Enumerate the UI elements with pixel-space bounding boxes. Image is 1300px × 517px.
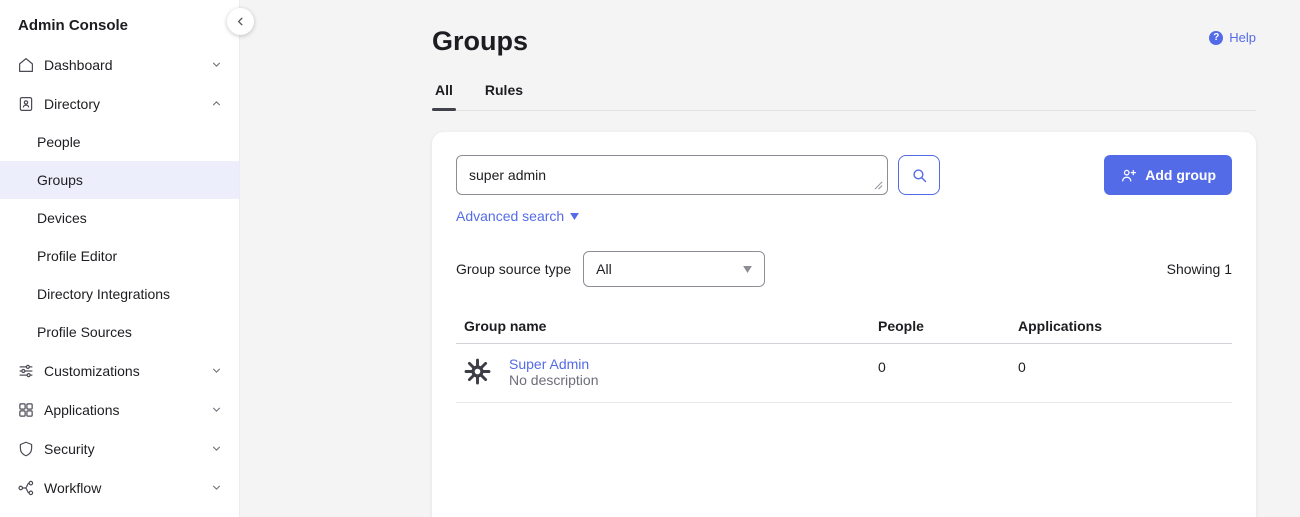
search-icon	[911, 167, 928, 184]
sub-item-label: Groups	[37, 172, 83, 188]
chevron-down-icon	[210, 442, 223, 455]
add-group-button[interactable]: Add group	[1104, 155, 1232, 195]
sidebar-item-groups[interactable]: Groups	[0, 161, 239, 199]
sub-item-label: Directory Integrations	[37, 286, 170, 302]
group-source-type-select[interactable]: All	[583, 251, 765, 287]
results-summary: Showing 1	[1167, 261, 1232, 277]
chevron-down-icon	[210, 403, 223, 416]
select-value: All	[596, 261, 612, 277]
column-header-people: People	[870, 309, 1010, 343]
column-header-applications: Applications	[1010, 309, 1232, 343]
groups-table: Group name People Applications	[456, 309, 1232, 403]
chevron-up-icon	[210, 97, 223, 110]
help-icon: ?	[1209, 31, 1223, 45]
sidebar-item-label: Applications	[44, 402, 120, 418]
page-header: Groups ? Help	[432, 26, 1256, 57]
people-count: 0	[870, 344, 1010, 402]
chevron-down-icon	[210, 58, 223, 71]
sub-item-label: Profile Sources	[37, 324, 132, 340]
chevron-down-icon	[743, 266, 752, 273]
chevron-left-icon	[234, 15, 247, 28]
directory-icon	[16, 94, 35, 113]
sidebar-item-applications[interactable]: Applications	[0, 390, 239, 429]
help-label: Help	[1229, 30, 1256, 45]
workflow-icon	[16, 478, 35, 497]
sidebar-item-label: Security	[44, 441, 95, 457]
chevron-down-icon	[210, 364, 223, 377]
group-name-link[interactable]: Super Admin	[509, 356, 599, 372]
home-icon	[16, 55, 35, 74]
sub-item-label: Devices	[37, 210, 87, 226]
tab-rules[interactable]: Rules	[482, 73, 526, 110]
chevron-down-icon	[210, 481, 223, 494]
search-field-wrap	[456, 155, 888, 195]
main-content: Groups ? Help All Rules	[240, 0, 1300, 517]
shield-icon	[16, 439, 35, 458]
advanced-search-label: Advanced search	[456, 208, 564, 224]
toolbar: Add group	[456, 155, 1232, 195]
sidebar-item-label: Dashboard	[44, 57, 113, 73]
group-description: No description	[509, 372, 599, 388]
sidebar-item-workflow[interactable]: Workflow	[0, 468, 239, 507]
sidebar-collapse-button[interactable]	[227, 8, 254, 35]
table-header-row: Group name People Applications	[456, 309, 1232, 344]
group-source-type-label: Group source type	[456, 261, 571, 277]
column-header-group-name: Group name	[456, 309, 870, 343]
sidebar-item-directory[interactable]: Directory	[0, 84, 239, 123]
sidebar-item-label: Workflow	[44, 480, 101, 496]
sidebar-item-label: Customizations	[44, 363, 140, 379]
help-link[interactable]: ? Help	[1209, 30, 1256, 45]
advanced-search-link[interactable]: Advanced search	[456, 208, 579, 224]
group-name-cell: Super Admin No description	[456, 344, 870, 402]
sidebar-item-security[interactable]: Security	[0, 429, 239, 468]
sub-item-label: Profile Editor	[37, 248, 117, 264]
sidebar: Admin Console Dashboard Directory People…	[0, 0, 240, 517]
caret-down-icon	[570, 213, 579, 220]
sidebar-item-label: Directory	[44, 96, 100, 112]
sidebar-item-profile-sources[interactable]: Profile Sources	[0, 313, 239, 351]
sidebar-item-customizations[interactable]: Customizations	[0, 351, 239, 390]
sidebar-item-profile-editor[interactable]: Profile Editor	[0, 237, 239, 275]
groups-card: Add group Advanced search Group source t…	[432, 132, 1256, 517]
grid-icon	[16, 400, 35, 419]
applications-count: 0	[1010, 344, 1232, 402]
sidebar-item-directory-integrations[interactable]: Directory Integrations	[0, 275, 239, 313]
tab-bar: All Rules	[432, 73, 1256, 111]
sliders-icon	[16, 361, 35, 380]
app-title: Admin Console	[0, 0, 239, 45]
tab-all[interactable]: All	[432, 73, 456, 110]
sidebar-item-devices[interactable]: Devices	[0, 199, 239, 237]
sub-item-label: People	[37, 134, 81, 150]
table-row: Super Admin No description 0 0	[456, 344, 1232, 403]
group-avatar-icon	[464, 358, 491, 385]
add-user-icon	[1120, 167, 1137, 184]
add-group-label: Add group	[1145, 167, 1216, 183]
filter-row: Group source type All Showing 1	[456, 251, 1232, 287]
search-button[interactable]	[898, 155, 940, 195]
sidebar-item-dashboard[interactable]: Dashboard	[0, 45, 239, 84]
page-title: Groups	[432, 26, 528, 57]
sidebar-item-people[interactable]: People	[0, 123, 239, 161]
group-search-input[interactable]	[456, 155, 888, 195]
